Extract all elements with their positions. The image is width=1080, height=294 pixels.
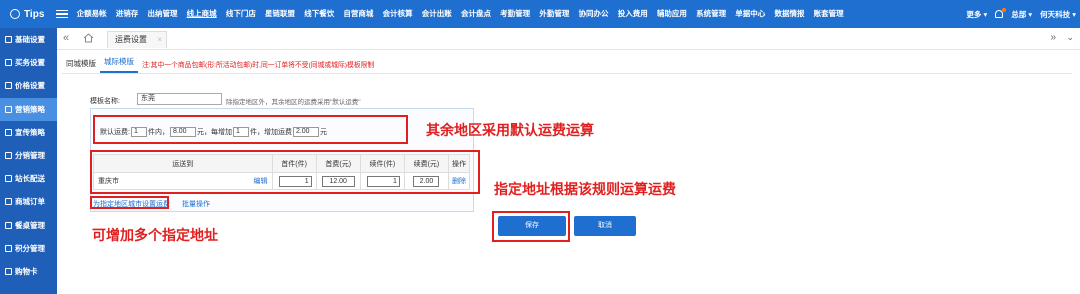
company-menu[interactable]: 何天科技 ▾: [1040, 9, 1076, 20]
close-icon[interactable]: ×: [157, 32, 162, 48]
sidebar-item-label: 营销策略: [15, 104, 45, 114]
nav-item[interactable]: 考勤管理: [496, 0, 535, 28]
nav-item[interactable]: 会计盘点: [456, 0, 495, 28]
company-label: 何天科技: [1040, 9, 1071, 19]
sidebar-item-label: 买务设置: [15, 58, 45, 68]
nav-item[interactable]: 会计核算: [378, 0, 417, 28]
sidebar-item-distribution[interactable]: 分销管理: [0, 144, 57, 167]
sidebar: 基础设置 买务设置 价格设置 营销策略 宣传策略 分销管理 站长配送 商城订单 …: [0, 28, 57, 294]
chevron-down-icon[interactable]: ⌄: [1066, 32, 1074, 43]
settings-icon: [5, 36, 12, 44]
nav-item[interactable]: 自营商城: [339, 0, 378, 28]
nav-item[interactable]: 出纳管理: [143, 0, 182, 28]
top-navbar: Tips 企额易帐 进销存 出纳管理 线上商城 线下门店 星链联盟 线下餐饮 自…: [0, 0, 1080, 28]
highlight-box-table: [90, 150, 480, 194]
sidebar-item-price[interactable]: 价格设置: [0, 74, 57, 97]
user-menu[interactable]: 总部 ▾: [1011, 9, 1032, 20]
sidebar-item-label: 宣传策略: [15, 127, 45, 137]
annotation-default: 其余地区采用默认运费运算: [426, 122, 594, 138]
megaphone-icon: [5, 105, 12, 113]
app-window: { "brand": {"name": "Tips"}, "nav": ["企额…: [0, 0, 1080, 294]
scroll-right-icon[interactable]: »: [1050, 32, 1056, 43]
page-tabbar: « 运费设置 × » ⌄: [57, 28, 1080, 50]
tab-same-city[interactable]: 同城模版: [62, 58, 100, 73]
sidebar-item-giftcard[interactable]: 购物卡: [0, 260, 57, 283]
tab-label: 运费设置: [115, 35, 147, 44]
batch-operation-link[interactable]: 批量操作: [182, 199, 210, 209]
notification-dot: [1002, 8, 1007, 12]
document-icon: [5, 175, 12, 183]
collapse-left-icon[interactable]: «: [63, 32, 69, 44]
gear-icon: [5, 59, 12, 67]
nav-item[interactable]: 投入费用: [613, 0, 652, 28]
nav-item[interactable]: 会计出账: [417, 0, 456, 28]
hamburger-icon[interactable]: [56, 9, 68, 19]
sidebar-item-label: 购物卡: [15, 266, 38, 276]
document-icon: [5, 128, 12, 136]
tab-intercity[interactable]: 城际模版: [100, 56, 138, 73]
top-right-tools: 更多 ▾ 总部 ▾ 何天科技 ▾: [966, 0, 1076, 28]
nav-item[interactable]: 数据情报: [770, 0, 809, 28]
bell-icon[interactable]: [995, 8, 1007, 18]
document-icon: [5, 152, 12, 160]
order-icon: [5, 198, 12, 206]
nav-item-active[interactable]: 线上商城: [182, 0, 221, 28]
sidebar-item-label: 站长配送: [15, 174, 45, 184]
nav-item[interactable]: 账套管理: [809, 0, 848, 28]
sidebar-item-label: 积分管理: [15, 243, 45, 253]
sidebar-item-business[interactable]: 买务设置: [0, 51, 57, 74]
nav-item[interactable]: 进销存: [111, 0, 143, 28]
sidebar-item-label: 价格设置: [15, 81, 45, 91]
sidebar-item-label: 餐桌管理: [15, 220, 45, 230]
sidebar-item-promotion[interactable]: 宣传策略: [0, 121, 57, 144]
sidebar-item-label: 基础设置: [15, 35, 45, 45]
nav-item[interactable]: 星链联盟: [260, 0, 299, 28]
highlight-box-add-region: [90, 196, 169, 209]
nav-item[interactable]: 单据中心: [731, 0, 770, 28]
nav-item[interactable]: 系统管理: [692, 0, 731, 28]
home-icon[interactable]: [83, 33, 94, 43]
document-icon: [5, 221, 12, 229]
main-nav: 企额易帐 进销存 出纳管理 线上商城 线下门店 星链联盟 线下餐饮 自营商城 会…: [72, 0, 848, 28]
tab-shipping-settings[interactable]: 运费设置 ×: [107, 31, 167, 48]
tag-icon: [5, 82, 12, 90]
template-name-label: 模板名称:: [90, 98, 120, 105]
highlight-box-default: [93, 115, 408, 144]
document-icon: [5, 244, 12, 252]
more-menu[interactable]: 更多 ▾: [966, 9, 987, 20]
cancel-button[interactable]: 取消: [574, 216, 636, 236]
card-icon: [5, 267, 12, 275]
sidebar-item-orders[interactable]: 商城订单: [0, 190, 57, 213]
nav-item[interactable]: 辅助应用: [652, 0, 691, 28]
nav-item[interactable]: 线下餐饮: [300, 0, 339, 28]
annotation-specific: 指定地址根据该规则运算运费: [494, 181, 676, 197]
sidebar-item-basic[interactable]: 基础设置: [0, 28, 57, 51]
sidebar-item-marketing[interactable]: 营销策略: [0, 97, 57, 121]
more-label: 更多: [966, 9, 982, 19]
annotation-add-more: 可增加多个指定地址: [92, 227, 218, 243]
nav-item[interactable]: 协同办公: [574, 0, 613, 28]
sidebar-item-label: 分销管理: [15, 151, 45, 161]
nav-item[interactable]: 外勤管理: [535, 0, 574, 28]
logo-icon: [10, 9, 20, 19]
user-label: 总部: [1011, 9, 1027, 19]
template-name-input[interactable]: 东莞: [137, 93, 222, 105]
nav-item[interactable]: 企额易帐: [72, 0, 111, 28]
template-subtabs: 同城模版 城际模版 注:其中一个商品包邮(形:所活动包邮)时,同一订单将不受(同…: [62, 57, 1072, 74]
sidebar-item-points[interactable]: 积分管理: [0, 237, 57, 260]
sidebar-item-tables[interactable]: 餐桌管理: [0, 214, 57, 237]
template-hint: 除指定地区外，其余地区的运费采用"默认运费": [226, 99, 361, 106]
sidebar-item-delivery[interactable]: 站长配送: [0, 167, 57, 190]
brand[interactable]: Tips: [0, 9, 56, 20]
nav-item[interactable]: 线下门店: [221, 0, 260, 28]
highlight-box-save: [492, 211, 570, 242]
brand-name: Tips: [24, 8, 45, 20]
subtab-note: 注:其中一个商品包邮(形:所活动包邮)时,同一订单将不受(同城或城际)模板限制: [142, 62, 375, 69]
sidebar-item-label: 商城订单: [15, 197, 45, 207]
